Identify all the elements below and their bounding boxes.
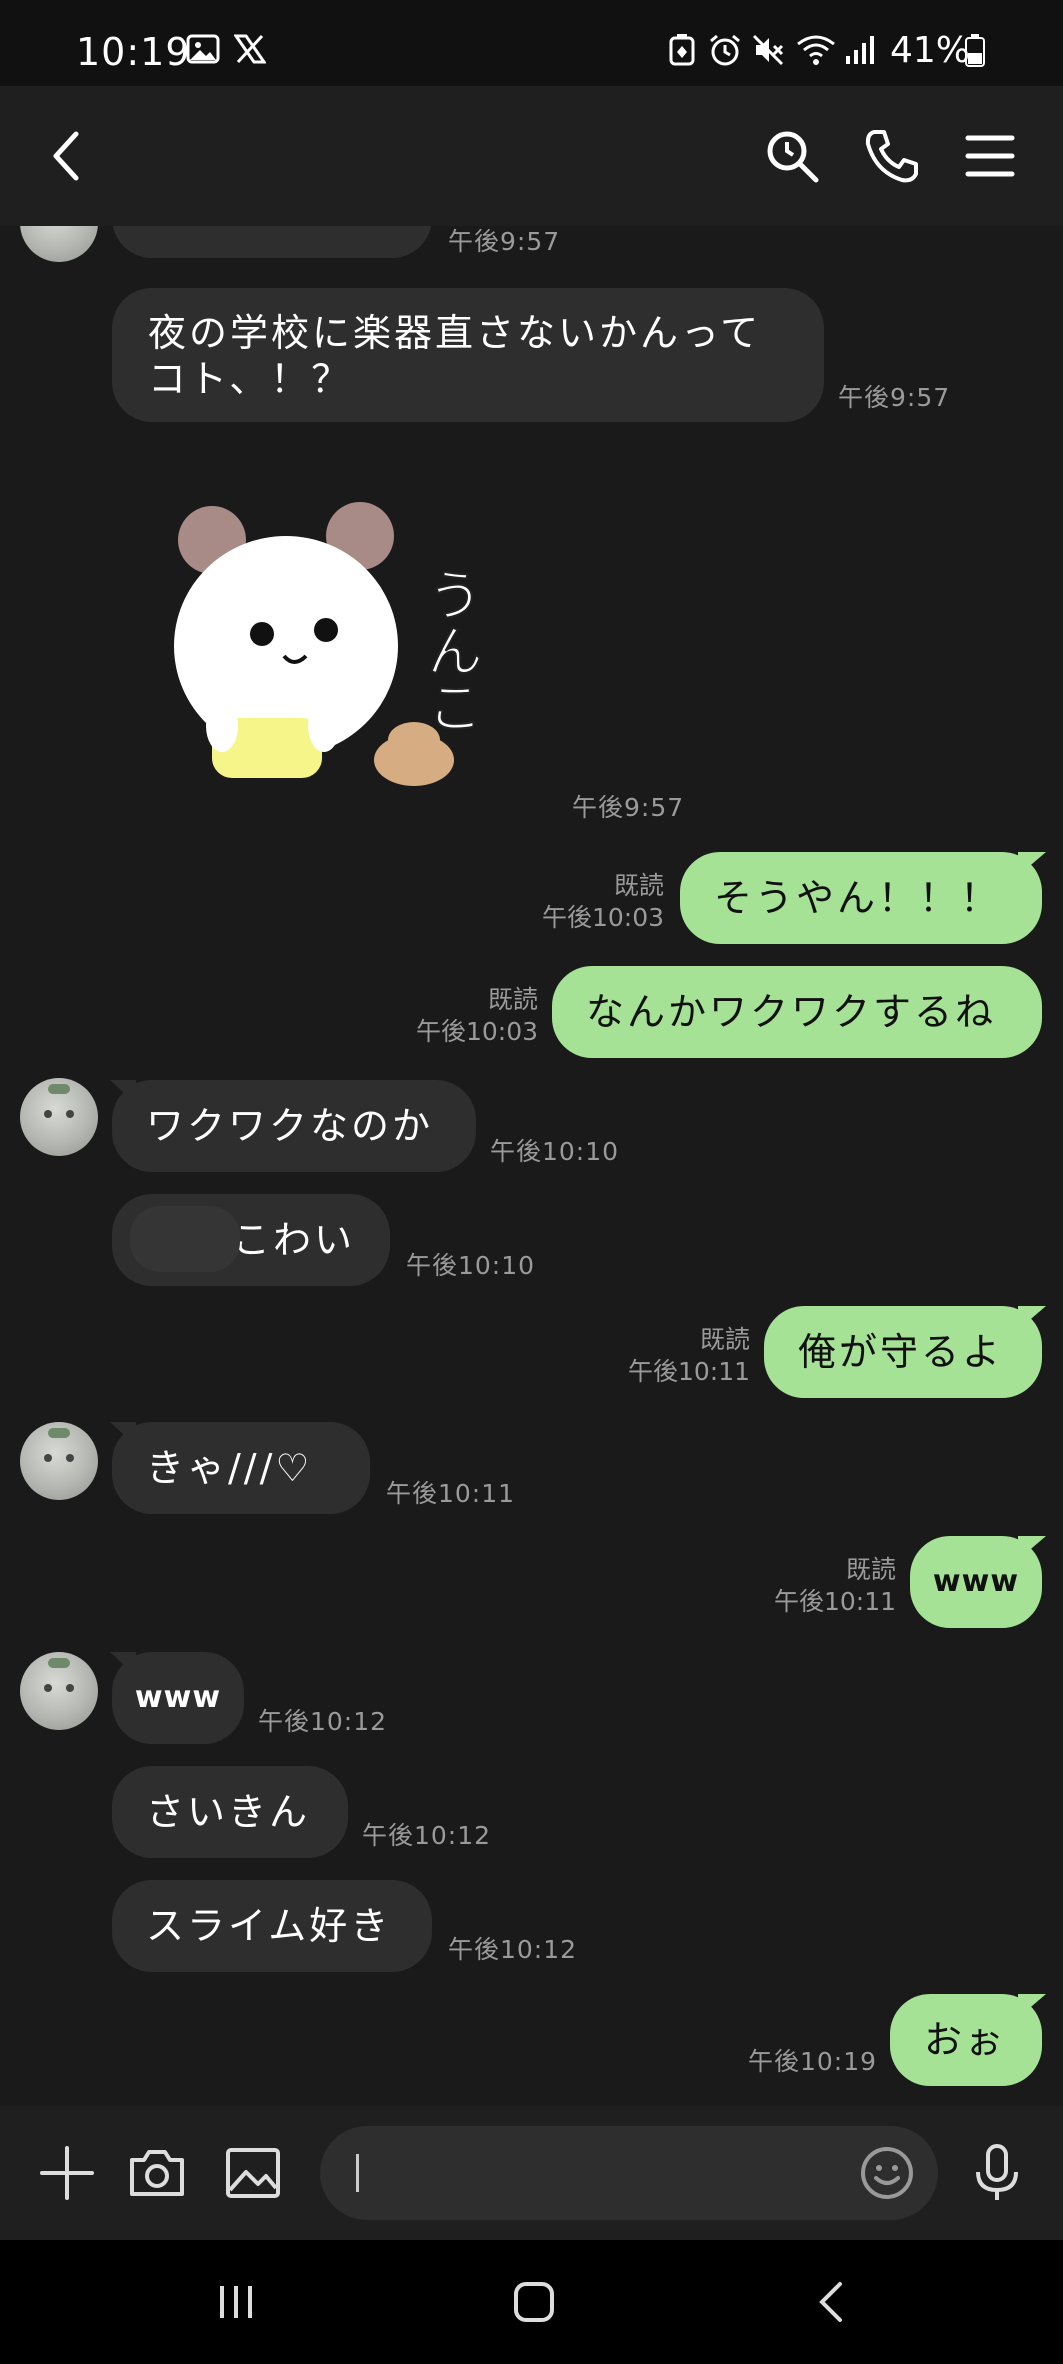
message-time: 午後10:12 [258,1707,388,1736]
input-bar [0,2106,1063,2240]
redacted-emoji [130,1206,240,1272]
message-bubble[interactable]: ワクワクなのか [112,1080,476,1172]
message-bubble[interactable]: 俺が守るよ [764,1306,1042,1398]
chat-header [0,86,1063,226]
chat-area[interactable]: 午後9:57 夜の学校に楽器直さないかんってコト、！？ 午後9:57 うんこ 午… [0,226,1063,2106]
message-time: 午後10:12 [448,1935,578,1964]
nav-back-icon[interactable] [808,2278,856,2326]
message-bubble[interactable] [112,226,432,258]
text-caret [356,2154,359,2192]
message-time: 午後10:12 [362,1821,492,1850]
message-bubble[interactable]: 夜の学校に楽器直さないかんってコト、！？ [112,288,824,422]
message-bubble[interactable]: www [112,1652,244,1744]
system-nav-bar [0,2240,1063,2364]
home-icon[interactable] [510,2278,558,2326]
wifi-icon [797,35,835,65]
message-bubble[interactable]: そうやん！！！ [680,852,1042,944]
back-icon[interactable] [38,126,98,186]
message-time: 午後9:57 [448,227,561,256]
avatar[interactable] [20,1652,98,1730]
status-bar: 10:19 41% [0,0,1063,86]
message-time: 午後10:19 [748,2047,878,2076]
plus-icon[interactable] [36,2142,98,2204]
search-icon[interactable] [762,126,822,186]
message-bubble[interactable]: きゃ///♡ [112,1422,370,1514]
read-receipt: 既読 午後10:11 [773,1555,896,1616]
x-icon [234,34,266,64]
message-time: 午後10:11 [386,1479,516,1508]
message-bubble[interactable]: なんかワクワクするね [552,966,1042,1058]
mic-icon[interactable] [966,2142,1028,2204]
status-time: 10:19 [76,30,191,74]
menu-icon[interactable] [960,126,1020,186]
battery-saver-icon [669,34,695,66]
alarm-icon [710,34,740,66]
message-time: 午後10:10 [406,1251,536,1280]
read-receipt: 既読 午後10:03 [415,985,538,1046]
message-input[interactable] [320,2126,938,2220]
message-bubble[interactable]: おぉ [890,1994,1042,2086]
call-icon[interactable] [862,126,922,186]
signal-icon [846,36,874,64]
avatar[interactable] [20,1422,98,1500]
battery-percent: 41% [890,30,971,71]
message-time: 午後9:57 [572,793,685,822]
message-bubble[interactable]: さいきん [112,1766,348,1858]
mute-icon [752,34,784,66]
sticker-text: うんこ [418,566,483,734]
recent-apps-icon[interactable] [212,2278,260,2326]
battery-icon [965,34,985,67]
read-receipt: 既読 午後10:03 [541,871,664,932]
avatar[interactable] [20,1078,98,1156]
message-time: 午後9:57 [838,383,951,412]
gallery-icon [186,34,220,64]
message-bubble[interactable]: スライム好き [112,1880,432,1972]
camera-icon[interactable] [126,2142,188,2204]
message-time: 午後10:10 [490,1137,620,1166]
sticker-bear[interactable]: うんこ [160,486,520,826]
avatar[interactable] [20,226,98,262]
read-receipt: 既読 午後10:11 [627,1325,750,1386]
image-icon[interactable] [222,2142,284,2204]
message-bubble[interactable]: www [910,1536,1042,1628]
emoji-icon[interactable] [858,2144,916,2202]
